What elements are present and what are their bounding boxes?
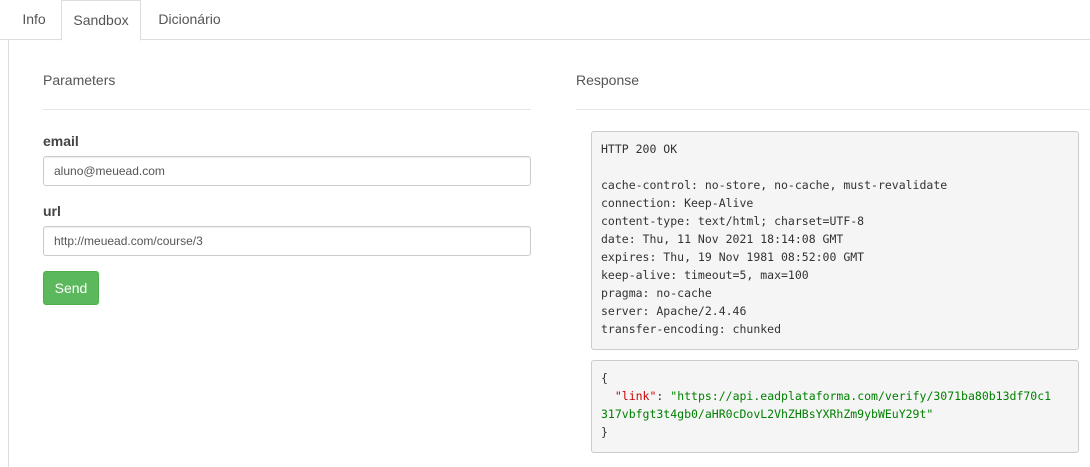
- json-key: "link": [614, 389, 657, 403]
- parameters-title: Parameters: [43, 72, 116, 88]
- header-line: content-type: text/html; charset=UTF-8: [601, 214, 865, 228]
- tab-dicionario[interactable]: Dicionário: [142, 0, 237, 40]
- json-colon: :: [656, 389, 671, 403]
- response-headers-box: HTTP 200 OK cache-control: no-store, no-…: [591, 131, 1079, 350]
- header-line: pragma: no-cache: [601, 286, 712, 300]
- json-close-brace: }: [601, 425, 608, 439]
- email-label: email: [43, 133, 79, 149]
- status-spacer: [601, 158, 1069, 176]
- json-value-continued: 317vbfgt3t4gb0/aHR0cDovL2VhZHBsYXRhZm9yb…: [601, 407, 934, 421]
- response-body-box: { "link": "https://api.eadplataforma.com…: [591, 360, 1079, 453]
- tab-sandbox[interactable]: Sandbox: [61, 0, 141, 41]
- json-line: "link": "https://api.eadplataforma.com/v…: [601, 387, 1069, 405]
- header-line: connection: Keep-Alive: [601, 196, 754, 210]
- url-field[interactable]: [43, 226, 531, 256]
- header-line: transfer-encoding: chunked: [601, 322, 782, 336]
- email-field[interactable]: [43, 156, 531, 186]
- send-button[interactable]: Send: [43, 271, 99, 305]
- url-label: url: [43, 203, 61, 219]
- header-line: expires: Thu, 19 Nov 1981 08:52:00 GMT: [601, 250, 865, 264]
- parameters-divider: [43, 109, 531, 110]
- header-line: date: Thu, 11 Nov 2021 18:14:08 GMT: [601, 232, 844, 246]
- response-divider: [576, 109, 1090, 110]
- tab-bar: Info Sandbox Dicionário: [0, 0, 1090, 41]
- header-line: cache-control: no-store, no-cache, must-…: [601, 178, 948, 192]
- status-line: HTTP 200 OK: [601, 142, 678, 156]
- response-title: Response: [576, 72, 640, 88]
- json-open-brace: {: [601, 371, 608, 385]
- header-line: keep-alive: timeout=5, max=100: [601, 268, 809, 282]
- header-line: server: Apache/2.4.46: [601, 304, 747, 318]
- tab-info[interactable]: Info: [8, 0, 60, 40]
- json-value: "https://api.eadplataforma.com/verify/30…: [670, 389, 1052, 403]
